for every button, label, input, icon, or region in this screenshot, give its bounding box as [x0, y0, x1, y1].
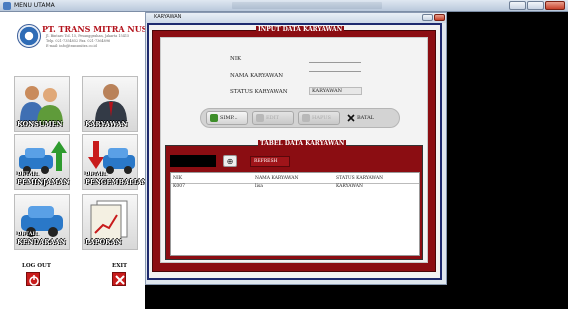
table-legend: TABEL DATA KARYAWAN [258, 140, 347, 147]
save-icon [210, 114, 218, 122]
window-title: MENU UTAMA [14, 2, 55, 9]
menu-tile-konsumen[interactable]: KONSUMEN [14, 76, 70, 132]
edit-icon [256, 114, 264, 122]
column-header-status[interactable]: STATUS KARYAWAN [336, 176, 383, 181]
tile-label: PENGEMBALIAN [85, 178, 148, 186]
tile-sublabel: DETAIL [17, 171, 39, 177]
logout-label: LOG OUT [22, 263, 51, 269]
title-bar: MENU UTAMA [0, 0, 568, 12]
minimize-button[interactable] [509, 1, 526, 10]
menu-tile-detail-peminjaman[interactable]: DETAIL PEMINJAMAN [14, 134, 70, 190]
table-cell-status[interactable]: KARYAWAN [336, 184, 363, 189]
exit-button[interactable] [112, 272, 126, 286]
company-logo-icon [17, 24, 41, 48]
hapus-button[interactable]: HAPUS [298, 111, 340, 125]
tile-sublabel: DETAIL [17, 231, 39, 237]
edit-label: EDIT [266, 115, 279, 121]
tile-label: KONSUMEN [17, 120, 63, 128]
cancel-x-icon [347, 114, 355, 122]
refresh-button[interactable]: REFRESH [250, 156, 290, 167]
maximize-button[interactable] [527, 1, 544, 10]
status-karyawan-select[interactable]: KARYAWAN [309, 87, 362, 95]
tile-label: PEMINJAMAN [17, 178, 70, 186]
table-header-divider [171, 183, 419, 184]
batal-button[interactable]: BATAL [344, 111, 388, 125]
logout-icon [29, 275, 39, 286]
simpan-button[interactable]: SIMP... [206, 111, 248, 125]
karyawan-window-title: KARYAWAN [154, 14, 182, 20]
karyawan-window-titlebar: KARYAWAN [146, 13, 446, 23]
menu-tile-detail-kendaraan[interactable]: DETAIL KENDARAAN [14, 194, 70, 250]
tile-label: KARYAWAN [85, 120, 128, 128]
nik-input[interactable] [309, 62, 361, 63]
nik-label: NIK [230, 56, 242, 62]
close-button[interactable] [545, 1, 565, 10]
search-input[interactable] [170, 155, 216, 167]
company-phone-line: Telp. 021-7354852 Fax. 021-7364896 [46, 39, 111, 43]
menu-tile-laporan[interactable]: LAPORAN [82, 194, 138, 250]
exit-x-icon [115, 275, 125, 285]
title-bar-center-strip [232, 2, 382, 9]
delete-icon [302, 114, 310, 122]
menu-tile-detail-pengembalian[interactable]: DETAIL PENGEMBALIAN [82, 134, 148, 190]
app-icon [3, 2, 11, 10]
child-close-button[interactable] [434, 14, 445, 21]
child-restore-button[interactable] [422, 14, 433, 21]
table-cell-nama[interactable]: lisa [255, 184, 263, 189]
column-header-nik[interactable]: NIK [173, 176, 182, 181]
company-address-line: Jl. Bintaro Tol. 15, Pesanggrahan, Jakar… [46, 34, 130, 38]
tile-label: KENDARAAN [17, 238, 66, 246]
nama-karyawan-input[interactable] [309, 71, 361, 72]
menu-tile-karyawan[interactable]: KARYAWAN [82, 76, 138, 132]
simpan-label: SIMP... [220, 115, 238, 121]
status-karyawan-label: STATUS KARYAWAN [230, 89, 288, 95]
logout-button[interactable] [26, 272, 40, 286]
tile-sublabel: DETAIL [85, 171, 107, 177]
search-icon[interactable]: ⊕ [223, 155, 237, 167]
tile-label: LAPORAN [85, 238, 122, 246]
input-legend: INPUT DATA KARYAWAN [256, 26, 345, 33]
hapus-label: HAPUS [312, 115, 331, 121]
nama-karyawan-label: NAMA KARYAWAN [230, 73, 284, 79]
exit-label: EXIT [112, 263, 128, 269]
batal-label: BATAL [357, 115, 375, 121]
karyawan-table[interactable] [170, 172, 420, 256]
table-cell-nik[interactable]: K007 [173, 184, 185, 189]
company-email-line: E-mail: info@transmitra.co.id [46, 44, 97, 48]
edit-button[interactable]: EDIT [252, 111, 294, 125]
column-header-nama[interactable]: NAMA KARYAWAN [255, 176, 298, 181]
